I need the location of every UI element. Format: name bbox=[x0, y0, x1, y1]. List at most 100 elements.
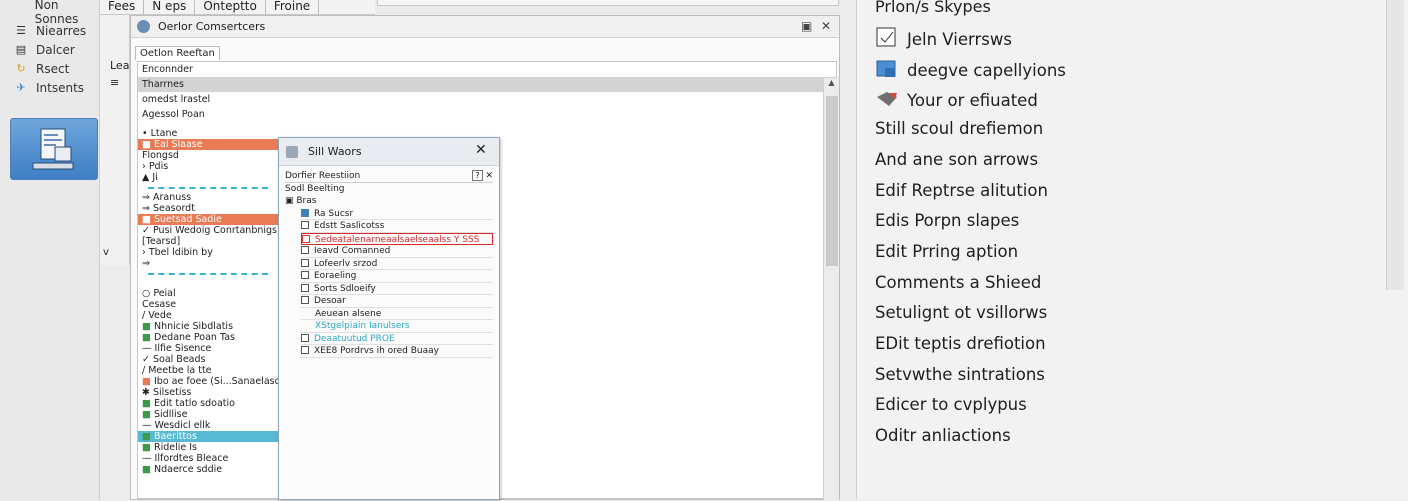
table-row[interactable]: — Ilfie Sisence bbox=[138, 343, 278, 354]
panel-list-item[interactable]: Comments a Shieed bbox=[875, 273, 1041, 292]
chevron-down-icon[interactable]: v bbox=[103, 247, 109, 258]
close-small-icon[interactable]: ✕ bbox=[485, 171, 493, 181]
table-row[interactable]: ▲ Ji bbox=[138, 172, 278, 183]
panel-list-item[interactable]: Edis Porpn slapes bbox=[875, 211, 1019, 230]
checkbox-row[interactable]: Eoraeling bbox=[301, 270, 493, 283]
document-tile-icon[interactable] bbox=[10, 118, 98, 180]
scrollbar-thumb[interactable] bbox=[826, 96, 838, 266]
row-label: Ji bbox=[152, 172, 158, 183]
checkbox[interactable] bbox=[301, 271, 309, 279]
panel-list-item[interactable]: Edicer to cvplypus bbox=[875, 395, 1027, 414]
checkbox-row[interactable]: Lofeerlv srzod bbox=[301, 258, 493, 270]
table-row[interactable]: ⇒ bbox=[138, 258, 278, 269]
table-row[interactable]: ■ Dedane Poan Tas bbox=[138, 332, 278, 343]
table-row[interactable]: ■ Nhnicie Sibdlatis bbox=[138, 321, 278, 332]
panel-list-item[interactable]: Jeln Vierrsws bbox=[875, 27, 1012, 49]
table-row[interactable]: ✓ Soal Beads bbox=[138, 354, 278, 365]
panel-list-item[interactable]: deegve capellyions bbox=[875, 58, 1066, 80]
table-row[interactable]: [Tearsd] bbox=[138, 236, 278, 247]
table-row[interactable]: ✱ Silsetiss bbox=[138, 387, 278, 398]
checkbox-row[interactable]: Aeuean alsene bbox=[301, 308, 493, 320]
checkbox-row[interactable]: XStgelpiain Ianulsers bbox=[301, 320, 493, 333]
panel-list-item[interactable]: Setvwthe sintrations bbox=[875, 365, 1045, 384]
checkbox-row[interactable]: Edstt Saslicotss bbox=[301, 220, 493, 233]
table-row[interactable]: › Pdis bbox=[138, 161, 278, 172]
table-row[interactable]: ■ Baerittos bbox=[138, 431, 278, 442]
table-row[interactable]: • Ltane bbox=[138, 128, 278, 139]
table-row[interactable]: ○ Peial bbox=[138, 288, 278, 299]
table-row[interactable]: — Ilfordtes Bleace bbox=[138, 453, 278, 464]
close-icon[interactable]: ✕ bbox=[821, 19, 831, 33]
checkbox-row[interactable]: Ieavd Comanned bbox=[301, 245, 493, 258]
checkbox[interactable] bbox=[302, 234, 310, 243]
header-row[interactable]: Enconnder bbox=[138, 62, 836, 77]
header-row[interactable]: Tharrnes bbox=[138, 77, 836, 92]
table-row[interactable]: ■ Ibo ae foee (Si...Sanaelasd Oes bbox=[138, 376, 278, 387]
table-row[interactable]: / Vede bbox=[138, 310, 278, 321]
vertical-scrollbar[interactable]: ▲ bbox=[823, 78, 839, 501]
top-tab[interactable]: Froine bbox=[266, 0, 320, 14]
header-row[interactable]: omedst lrastel bbox=[138, 92, 836, 107]
table-row[interactable]: / Meetbe la tte bbox=[138, 365, 278, 376]
nav-item-label: Niearres bbox=[36, 23, 87, 38]
nav-item[interactable]: Non Sonnes bbox=[0, 0, 99, 26]
checkbox[interactable] bbox=[301, 296, 309, 304]
checkbox[interactable] bbox=[301, 346, 309, 354]
header-row[interactable]: Agessol Poan bbox=[138, 107, 836, 122]
table-row[interactable]: ■ Suetsad Sadie bbox=[138, 214, 278, 225]
top-tab[interactable]: Fees bbox=[100, 0, 145, 14]
checkbox-row[interactable]: Sedeatalenarneaalsaelseaalss Y SSS bbox=[301, 232, 493, 245]
checkbox-row[interactable]: Ra Sucsr bbox=[301, 208, 493, 220]
table-row[interactable]: ■ Eal Slaase bbox=[138, 139, 278, 150]
table-row[interactable]: Flongsd bbox=[138, 150, 278, 161]
table-row[interactable]: — Wesdicl ellk bbox=[138, 420, 278, 431]
row-icon: ■ bbox=[142, 431, 154, 442]
checkbox[interactable] bbox=[301, 221, 309, 229]
table-row[interactable]: ⇒ Seasordt bbox=[138, 203, 278, 214]
checkbox[interactable] bbox=[301, 208, 309, 217]
tab-options[interactable]: Oetlon Reeftan bbox=[135, 46, 220, 60]
dialog-icon bbox=[286, 145, 298, 158]
nav-item[interactable]: ▤ Dalcer bbox=[0, 40, 99, 59]
row-icon: — bbox=[142, 453, 155, 464]
nav-item[interactable]: ✈ Intsents bbox=[0, 78, 99, 97]
checkbox-row[interactable]: Deaatuutud PROE bbox=[301, 333, 493, 345]
maximize-icon[interactable]: ▣ bbox=[801, 19, 812, 33]
scroll-up-icon[interactable]: ▲ bbox=[824, 78, 839, 87]
table-row[interactable]: › Tbel ldibin by bbox=[138, 247, 278, 258]
panel-list-item[interactable]: EDit teptis drefiotion bbox=[875, 334, 1046, 353]
checkbox[interactable] bbox=[301, 333, 309, 342]
nav-item[interactable]: ↻ Rsect bbox=[0, 59, 99, 78]
table-row[interactable]: ■ Sidllise bbox=[138, 409, 278, 420]
panel-list-item[interactable]: Still scoul drefiemon bbox=[875, 119, 1043, 138]
table-row[interactable]: ■ Ndaerce sddie bbox=[138, 464, 278, 475]
table-row[interactable]: ■ Edit tatlo sdoatio bbox=[138, 398, 278, 409]
checkbox-row[interactable]: Sorts Sdloeify bbox=[301, 283, 493, 295]
right-scrollbar[interactable] bbox=[1386, 0, 1404, 290]
panel-list-item[interactable]: Your or efiuated bbox=[875, 88, 1038, 110]
panel-list-item[interactable]: Edif Reptrse alitution bbox=[875, 181, 1048, 200]
row-label: Soal Beads bbox=[152, 354, 206, 365]
top-tab[interactable]: Onteptto bbox=[195, 0, 266, 14]
table-row[interactable]: ✓ Pusi Wedoig Conrtanbnigs) bbox=[138, 225, 278, 236]
checkbox[interactable] bbox=[301, 283, 309, 292]
list-icon[interactable]: ≡ bbox=[100, 76, 129, 89]
nav-item[interactable]: ☰ Niearres bbox=[0, 21, 99, 40]
checkbox[interactable] bbox=[301, 258, 309, 267]
panel-list-item[interactable]: And ane son arrows bbox=[875, 150, 1038, 169]
table-row[interactable]: ■ Ridelie Is bbox=[138, 442, 278, 453]
row-label: Eal Slaase bbox=[154, 139, 203, 150]
panel-list-item[interactable]: Oditr anliactions bbox=[875, 426, 1011, 445]
panel-list-item[interactable]: Setulignt ot vsillorws bbox=[875, 303, 1047, 322]
checkbox-row[interactable]: XEE8 Pordrvs ih ored Buaay bbox=[301, 345, 493, 358]
checkbox[interactable] bbox=[301, 246, 309, 254]
panel-list-item[interactable]: Edit Prring aption bbox=[875, 242, 1018, 261]
table-row[interactable]: ⇒ Aranuss bbox=[138, 192, 278, 203]
close-icon[interactable]: ✕ bbox=[475, 142, 487, 158]
nav-item-label: Dalcer bbox=[36, 42, 75, 57]
row-icon: • bbox=[142, 128, 151, 139]
checkbox-row[interactable]: Desoar bbox=[301, 295, 493, 308]
help-icon[interactable]: ? bbox=[472, 170, 483, 181]
top-tab[interactable]: N eps bbox=[144, 0, 196, 14]
table-row[interactable]: Cesase bbox=[138, 299, 278, 310]
